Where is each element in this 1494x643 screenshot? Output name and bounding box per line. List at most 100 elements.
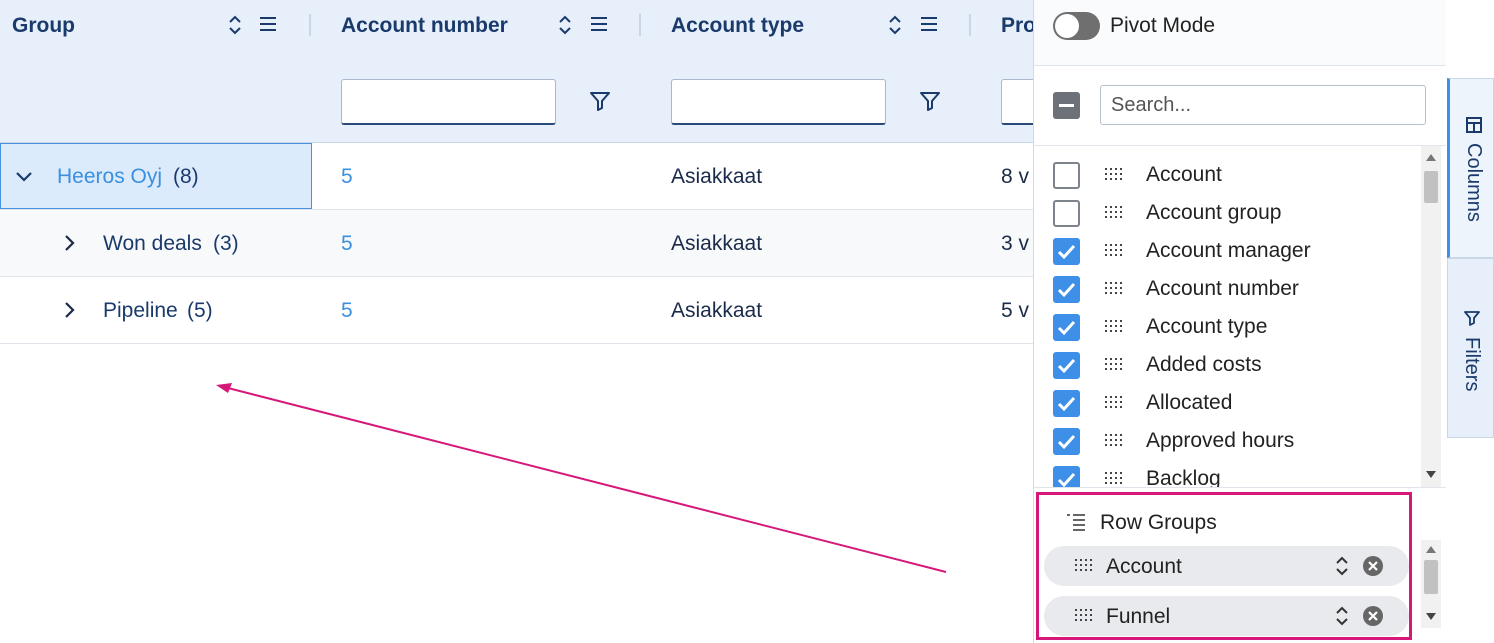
- scroll-up-icon[interactable]: [1425, 544, 1437, 554]
- row-groups-icon: [1067, 514, 1085, 531]
- account-number-value[interactable]: 5: [341, 210, 353, 277]
- column-list: Account Account group Account manager Ac…: [1034, 145, 1447, 487]
- pivot-mode-label: Pivot Mode: [1110, 14, 1216, 37]
- drag-handle-icon[interactable]: [1104, 471, 1122, 487]
- header-separator[interactable]: [309, 14, 311, 36]
- checkbox-checked[interactable]: [1053, 390, 1080, 417]
- sort-icon[interactable]: [1334, 604, 1350, 628]
- sort-icon[interactable]: [556, 12, 574, 38]
- column-item[interactable]: Backlog: [1034, 461, 1422, 487]
- column-item[interactable]: Allocated: [1034, 385, 1422, 423]
- drag-handle-icon[interactable]: [1104, 243, 1122, 259]
- menu-icon[interactable]: [920, 14, 938, 34]
- drag-handle-icon[interactable]: [1104, 319, 1122, 335]
- drag-handle-icon[interactable]: [1104, 167, 1122, 183]
- grid-header: Group Account number Account type Pro: [0, 0, 1033, 143]
- column-list-scrollbar[interactable]: [1421, 146, 1441, 487]
- scroll-down-icon[interactable]: [1425, 612, 1437, 622]
- close-icon[interactable]: [1362, 555, 1384, 577]
- filter-icon[interactable]: [919, 90, 941, 112]
- scrollbar-thumb[interactable]: [1424, 171, 1438, 203]
- checkbox-checked[interactable]: [1053, 238, 1080, 265]
- check-icon: [1057, 434, 1076, 450]
- account-number-value[interactable]: 5: [341, 277, 353, 344]
- checkbox-checked[interactable]: [1053, 352, 1080, 379]
- column-label: Allocated: [1146, 391, 1233, 414]
- chevron-right-icon[interactable]: [58, 299, 80, 321]
- column-item[interactable]: Account manager: [1034, 233, 1422, 271]
- drag-handle-icon[interactable]: [1104, 395, 1122, 411]
- column-label: Account manager: [1146, 239, 1311, 262]
- row-groups-scrollbar[interactable]: [1421, 540, 1441, 628]
- column-label: Backlog: [1146, 467, 1221, 487]
- group-name[interactable]: Won deals: [103, 210, 202, 277]
- chevron-down-icon[interactable]: [13, 165, 35, 187]
- column-item[interactable]: Account group: [1034, 195, 1422, 233]
- checkbox-checked[interactable]: [1053, 466, 1080, 487]
- account-number-value[interactable]: 5: [341, 143, 353, 210]
- sort-icon[interactable]: [1334, 554, 1350, 578]
- account-type-value: Asiakkaat: [671, 165, 763, 188]
- group-name[interactable]: Pipeline: [103, 277, 178, 344]
- column-item[interactable]: Account number: [1034, 271, 1422, 309]
- pill-label: Account: [1106, 555, 1182, 578]
- tab-columns[interactable]: Columns: [1447, 78, 1494, 258]
- check-icon: [1057, 244, 1076, 260]
- check-icon: [1057, 320, 1076, 336]
- pro-filter-input[interactable]: [1001, 79, 1033, 125]
- header-separator[interactable]: [639, 14, 641, 36]
- menu-icon[interactable]: [590, 14, 608, 34]
- table-row[interactable]: Pipeline (5) 5 Asiakkaat 5 v: [0, 277, 1033, 344]
- filter-icon[interactable]: [589, 90, 611, 112]
- toggle-knob: [1055, 14, 1079, 38]
- drag-handle-icon[interactable]: [1074, 608, 1092, 624]
- header-separator[interactable]: [969, 14, 971, 36]
- table-row[interactable]: Heeros Oyj (8) 5 Asiakkaat 8 v: [0, 143, 1033, 210]
- group-name[interactable]: Heeros Oyj: [57, 143, 162, 210]
- drag-handle-icon[interactable]: [1074, 558, 1092, 574]
- column-search-input[interactable]: [1100, 85, 1426, 125]
- checkbox[interactable]: [1053, 162, 1080, 189]
- close-icon[interactable]: [1362, 605, 1384, 627]
- row-group-pill-account[interactable]: Account: [1044, 546, 1409, 586]
- pivot-mode-bar: Pivot Mode: [1034, 0, 1447, 66]
- column-item[interactable]: Account: [1034, 157, 1422, 195]
- row-group-pill-funnel[interactable]: Funnel: [1044, 596, 1409, 636]
- checkbox-checked[interactable]: [1053, 428, 1080, 455]
- table-row[interactable]: Won deals (3) 5 Asiakkaat 3 v: [0, 210, 1033, 277]
- pro-value: 3 v: [1001, 232, 1030, 255]
- check-icon: [1057, 472, 1076, 487]
- select-all-checkbox[interactable]: [1053, 92, 1080, 119]
- drag-handle-icon[interactable]: [1104, 205, 1122, 221]
- sort-icon[interactable]: [226, 12, 244, 38]
- header-group[interactable]: Group: [0, 0, 310, 143]
- sort-icon[interactable]: [886, 12, 904, 38]
- scrollbar-thumb[interactable]: [1424, 560, 1438, 594]
- column-label: Approved hours: [1146, 429, 1295, 452]
- account-type-value: Asiakkaat: [671, 299, 763, 322]
- chevron-right-icon[interactable]: [58, 232, 80, 254]
- columns-icon: [1466, 117, 1482, 133]
- checkbox[interactable]: [1053, 200, 1080, 227]
- header-title: Account number: [341, 14, 508, 37]
- column-item[interactable]: Account type: [1034, 309, 1422, 347]
- scroll-down-icon[interactable]: [1425, 470, 1437, 480]
- drag-handle-icon[interactable]: [1104, 357, 1122, 373]
- filter-icon: [1464, 311, 1480, 326]
- drag-handle-icon[interactable]: [1104, 281, 1122, 297]
- column-label: Account type: [1146, 315, 1268, 338]
- account-number-filter-input[interactable]: [341, 79, 556, 125]
- account-type-filter-input[interactable]: [671, 79, 886, 125]
- menu-icon[interactable]: [259, 14, 277, 34]
- header-title: Account type: [671, 14, 805, 37]
- checkbox-checked[interactable]: [1053, 314, 1080, 341]
- header-title: Pro: [1001, 14, 1033, 37]
- drag-handle-icon[interactable]: [1104, 433, 1122, 449]
- pro-value: 8 v: [1001, 165, 1030, 188]
- column-item[interactable]: Approved hours: [1034, 423, 1422, 461]
- pivot-mode-toggle[interactable]: [1053, 12, 1100, 40]
- checkbox-checked[interactable]: [1053, 276, 1080, 303]
- scroll-up-icon[interactable]: [1425, 152, 1437, 162]
- tab-filters[interactable]: Filters: [1447, 258, 1494, 438]
- column-item[interactable]: Added costs: [1034, 347, 1422, 385]
